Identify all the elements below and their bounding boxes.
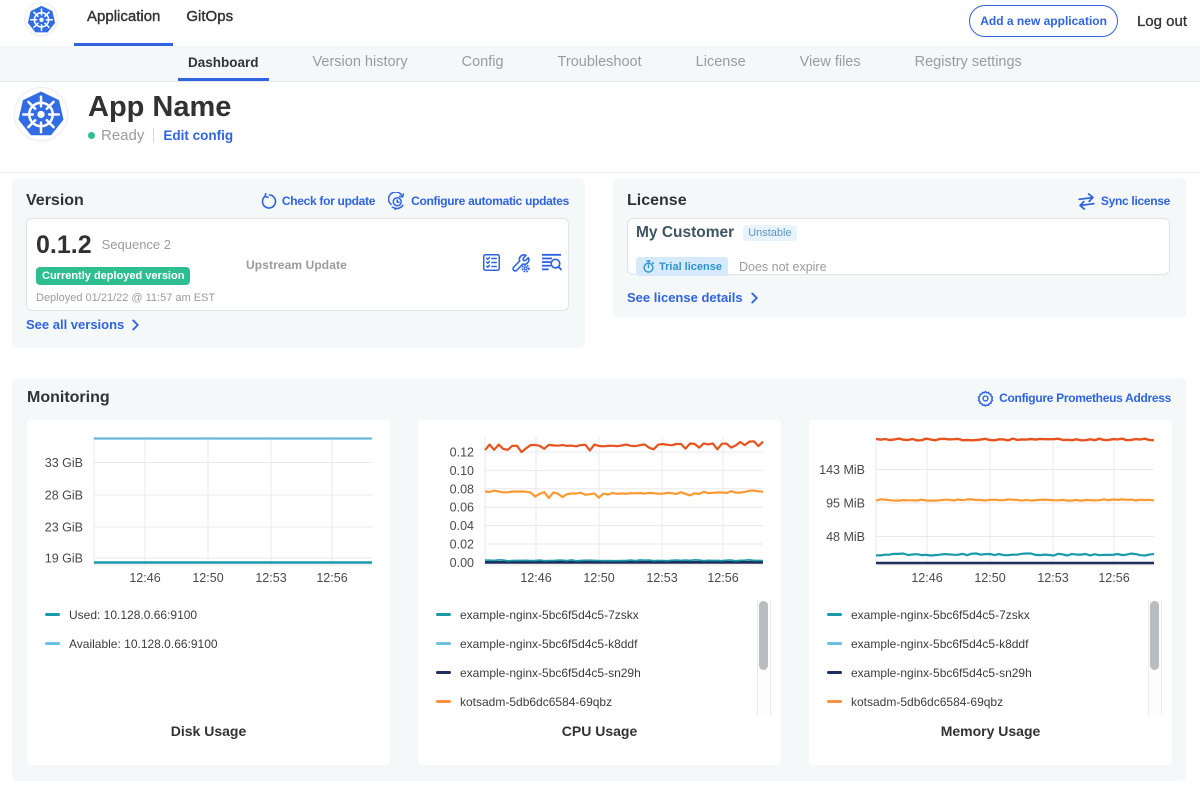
svg-text:0.10: 0.10: [450, 464, 474, 478]
svg-text:12:50: 12:50: [192, 571, 223, 585]
svg-text:12:46: 12:46: [911, 571, 942, 585]
svg-text:143 MiB: 143 MiB: [819, 463, 865, 477]
svg-text:12:50: 12:50: [974, 571, 1005, 585]
svg-text:12:50: 12:50: [583, 571, 614, 585]
svg-text:12:53: 12:53: [255, 571, 286, 585]
svg-text:12:56: 12:56: [707, 571, 738, 585]
svg-text:12:56: 12:56: [1098, 571, 1129, 585]
svg-text:12:56: 12:56: [316, 571, 347, 585]
svg-text:33 GiB: 33 GiB: [45, 456, 83, 470]
svg-text:0.08: 0.08: [450, 482, 474, 496]
svg-text:0.02: 0.02: [450, 538, 474, 552]
svg-text:12:53: 12:53: [646, 571, 677, 585]
svg-text:12:53: 12:53: [1037, 571, 1068, 585]
svg-text:48 MiB: 48 MiB: [826, 530, 865, 544]
svg-text:12:46: 12:46: [129, 571, 160, 585]
svg-text:28 GiB: 28 GiB: [45, 489, 83, 503]
svg-text:12:46: 12:46: [520, 571, 551, 585]
svg-text:0.06: 0.06: [450, 501, 474, 515]
svg-text:19 GiB: 19 GiB: [45, 552, 83, 566]
svg-text:23 GiB: 23 GiB: [45, 521, 83, 535]
svg-text:0.04: 0.04: [450, 519, 474, 533]
svg-text:0.12: 0.12: [450, 446, 474, 460]
svg-text:0.00: 0.00: [450, 556, 474, 570]
svg-text:95 MiB: 95 MiB: [826, 497, 865, 511]
